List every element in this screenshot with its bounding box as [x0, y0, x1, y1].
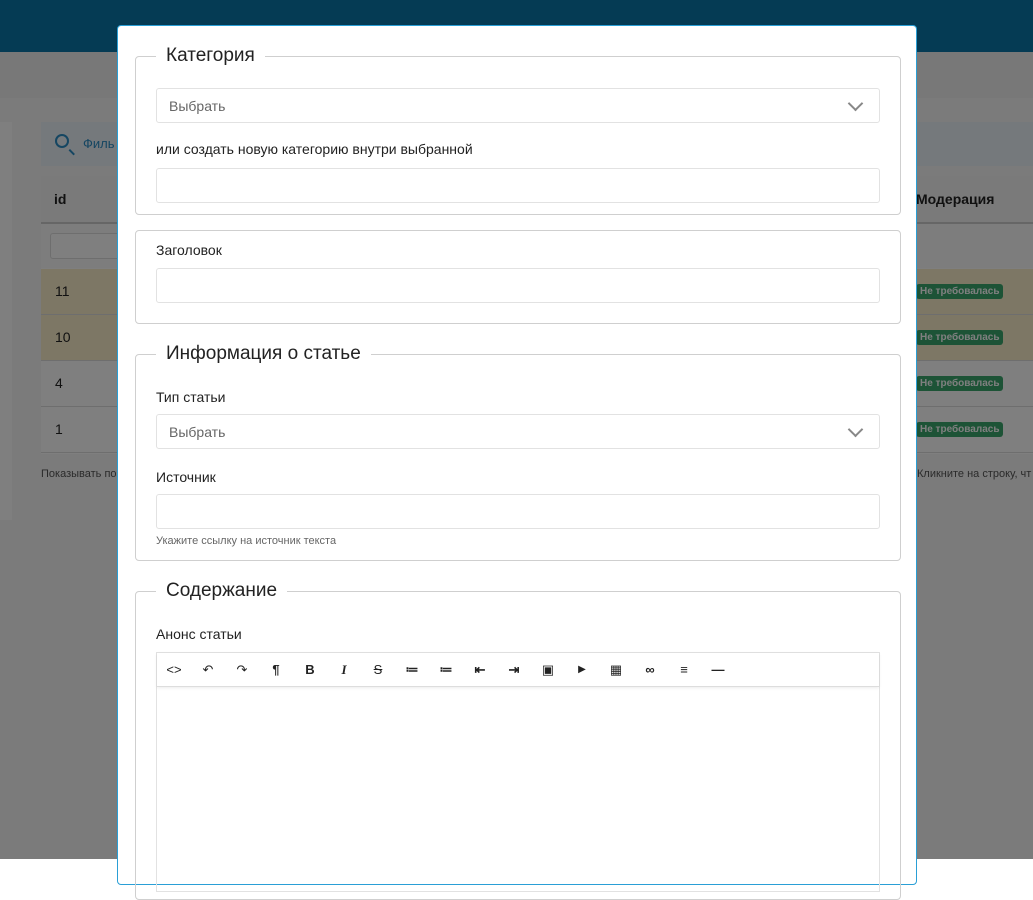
image-icon[interactable]: ▣ [533, 653, 563, 686]
category-select[interactable]: Выбрать [156, 88, 880, 123]
article-type-select[interactable]: Выбрать [156, 414, 880, 449]
article-type-label: Тип статьи [156, 389, 226, 405]
title-label: Заголовок [156, 242, 222, 258]
unordered-list-icon[interactable]: ≔ [397, 653, 427, 686]
strikethrough-icon[interactable]: S [363, 653, 393, 686]
chevron-down-icon [847, 421, 864, 438]
table-icon[interactable]: ▦ [601, 653, 631, 686]
editor-toolbar: <> ↶ ↷ ¶ B I S ≔ ≔ ⇤ ⇥ ▣ ▶ ▦ ∞ ≡ — [157, 653, 879, 687]
indent-icon[interactable]: ⇥ [499, 653, 529, 686]
content-legend: Содержание [166, 580, 278, 601]
chevron-down-icon [847, 95, 864, 112]
paragraph-icon[interactable]: ¶ [261, 653, 291, 686]
outdent-icon[interactable]: ⇤ [465, 653, 495, 686]
html-icon[interactable]: <> [159, 653, 189, 686]
category-legend: Категория [166, 45, 255, 66]
italic-icon[interactable]: I [329, 653, 359, 686]
redo-icon[interactable]: ↷ [227, 653, 257, 686]
category-select-value: Выбрать [169, 98, 226, 114]
title-input[interactable] [156, 268, 880, 303]
announce-label: Анонс статьи [156, 626, 242, 642]
article-type-select-value: Выбрать [169, 424, 226, 440]
source-input[interactable] [156, 494, 880, 529]
title-section: Заголовок [135, 230, 901, 324]
article-info-section: Информация о статье Тип статьи Выбрать И… [135, 343, 901, 561]
new-category-label: или создать новую категорию внутри выбра… [156, 141, 473, 157]
source-hint: Укажите ссылку на источник текста [156, 535, 337, 547]
video-icon[interactable]: ▶ [567, 653, 597, 686]
ordered-list-icon[interactable]: ≔ [431, 653, 461, 686]
new-category-input[interactable] [156, 168, 880, 203]
align-icon[interactable]: ≡ [669, 653, 699, 686]
announce-editor[interactable]: <> ↶ ↷ ¶ B I S ≔ ≔ ⇤ ⇥ ▣ ▶ ▦ ∞ ≡ — [156, 652, 880, 892]
article-info-legend: Информация о статье [166, 343, 361, 364]
category-section: Категория Выбрать или создать новую кате… [135, 45, 901, 215]
source-label: Источник [156, 469, 216, 485]
article-edit-modal: Категория Выбрать или создать новую кате… [117, 25, 917, 900]
link-icon[interactable]: ∞ [635, 653, 665, 686]
content-section: Содержание Анонс статьи <> ↶ ↷ ¶ B I S ≔… [135, 580, 901, 900]
horizontal-rule-icon[interactable]: — [703, 653, 733, 686]
bold-icon[interactable]: B [295, 653, 325, 686]
undo-icon[interactable]: ↶ [193, 653, 223, 686]
